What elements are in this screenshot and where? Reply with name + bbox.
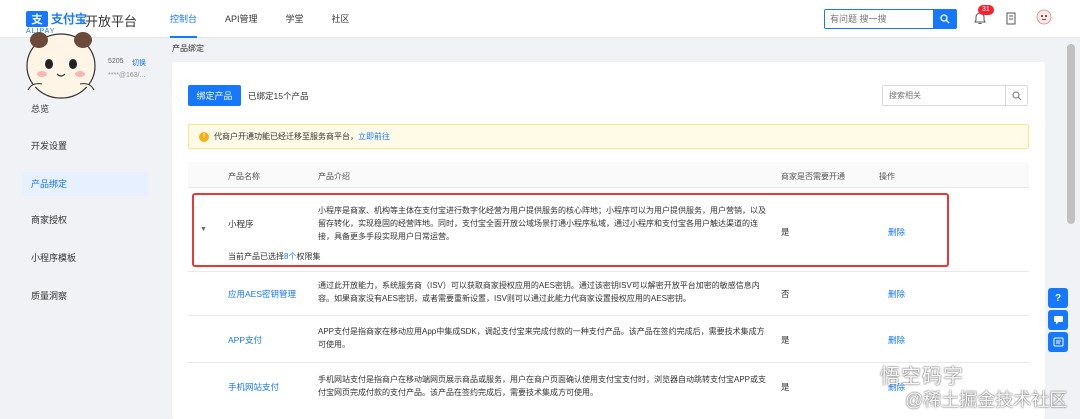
table-header: 产品名称 产品介绍 商家是否需要开通 操作	[188, 162, 1029, 188]
product-search	[882, 85, 1028, 106]
delete-link[interactable]: 删除	[888, 334, 905, 346]
perm-suffix: 权限集	[296, 252, 321, 261]
search-button[interactable]	[933, 10, 956, 28]
product-desc: 手机网站支付是指商户在移动端网页展示商品或服务，用户在商户页面确认使用支付宝支付…	[318, 375, 767, 397]
chat-icon[interactable]	[1048, 310, 1068, 330]
account-email: ****@163/...	[108, 72, 146, 79]
nav-api[interactable]: API管理	[225, 0, 258, 38]
product-desc: 小程序是商家、机构等主体在支付宝进行数字化经营为用户提供服务的核心阵地；小程序可…	[318, 206, 766, 241]
merchant-need: 是	[781, 227, 790, 237]
merchant-need: 是	[781, 382, 790, 392]
search-icon	[1011, 90, 1021, 100]
table-row: APP支付 APP支付是指商家在移动应用App中集成SDK，调起支付宝来完成付款…	[188, 316, 1029, 363]
notice-banner: ! 代商户开通功能已经迁移至服务商平台， 立即前往	[188, 124, 1029, 149]
top-bar: 支 支付宝 ALIPAY 开放平台 控制台 API管理 学堂 社区 31	[0, 0, 1080, 38]
product-desc: 通过此开放能力，系统服务商（ISV）可以获取商家授权应用的AES密钥。通过该密钥…	[318, 281, 760, 303]
user-avatar-icon[interactable]	[1035, 8, 1053, 26]
product-name: 小程序	[228, 219, 254, 229]
watermark-source: @稀土掘金技术社区	[905, 390, 1068, 410]
sidebar-item-overview[interactable]: 总览	[22, 97, 148, 121]
product-desc: APP支付是指商家在移动应用App中集成SDK，调起支付宝来完成付款的一种支付产…	[318, 327, 765, 349]
warning-icon: !	[199, 131, 209, 142]
global-search-input[interactable]	[825, 10, 933, 28]
sidebar-item-merchant-auth[interactable]: 商家授权	[22, 208, 148, 232]
merchant-need: 是	[781, 335, 790, 345]
notice-link[interactable]: 立即前往	[358, 131, 390, 142]
nav-console[interactable]: 控制台	[170, 0, 198, 38]
perm-prefix: 当前产品已选择	[228, 252, 284, 261]
merchant-need: 否	[781, 289, 790, 299]
notification-badge: 31	[978, 5, 994, 15]
sidebar-item-quality-insight[interactable]: 质量洞察	[22, 284, 148, 308]
notice-text: 代商户开通功能已经迁移至服务商平台，	[214, 132, 358, 141]
collapse-caret-icon[interactable]: ▼	[200, 226, 207, 233]
sidebar-item-product-binding[interactable]: 产品绑定	[22, 172, 148, 196]
perm-count-link[interactable]: 8个	[284, 252, 296, 261]
product-name-link[interactable]: 手机网站支付	[228, 381, 279, 393]
watermark-title: 悟空码字	[880, 366, 964, 388]
sidebar-item-dev-settings[interactable]: 开发设置	[22, 134, 148, 158]
product-search-input[interactable]	[883, 86, 1005, 105]
bind-product-button[interactable]: 绑定产品	[188, 85, 241, 106]
sidebar-item-miniapp-template[interactable]: 小程序模板	[22, 246, 148, 270]
delete-link[interactable]: 删除	[888, 226, 905, 238]
global-search	[824, 9, 957, 29]
product-name-link[interactable]: 应用AES密钥管理	[228, 288, 296, 300]
product-name-link[interactable]: APP支付	[228, 334, 262, 346]
account-avatar	[22, 20, 100, 102]
help-question-icon[interactable]: ?	[1048, 288, 1068, 308]
col-product-name: 产品名称	[228, 172, 260, 181]
bound-count: 已绑定15个产品	[248, 91, 309, 101]
document-icon[interactable]	[1003, 10, 1019, 26]
nav-community[interactable]: 社区	[332, 0, 350, 38]
main-nav: 控制台 API管理 学堂 社区	[170, 0, 378, 38]
product-search-button[interactable]	[1005, 86, 1027, 105]
switch-account-link[interactable]: 切换	[132, 58, 146, 68]
delete-link[interactable]: 删除	[888, 288, 905, 300]
breadcrumb: 产品绑定	[172, 44, 204, 53]
scrollbar[interactable]	[1067, 44, 1075, 224]
col-merchant-need: 商家是否需要开通	[781, 172, 845, 181]
account-id: 5205	[108, 58, 124, 65]
col-product-desc: 产品介绍	[318, 172, 350, 181]
table-row: 应用AES密钥管理 通过此开放能力，系统服务商（ISV）可以获取商家授权应用的A…	[188, 272, 1029, 316]
search-icon	[939, 14, 949, 24]
col-action: 操作	[879, 172, 895, 181]
table-row: ▼ 小程序 小程序是商家、机构等主体在支付宝进行数字化经营为用户提供服务的核心阵…	[188, 188, 1029, 272]
feedback-icon[interactable]	[1048, 332, 1068, 352]
nav-academy[interactable]: 学堂	[286, 0, 304, 38]
permission-summary: 当前产品已选择8个权限集	[228, 251, 320, 262]
